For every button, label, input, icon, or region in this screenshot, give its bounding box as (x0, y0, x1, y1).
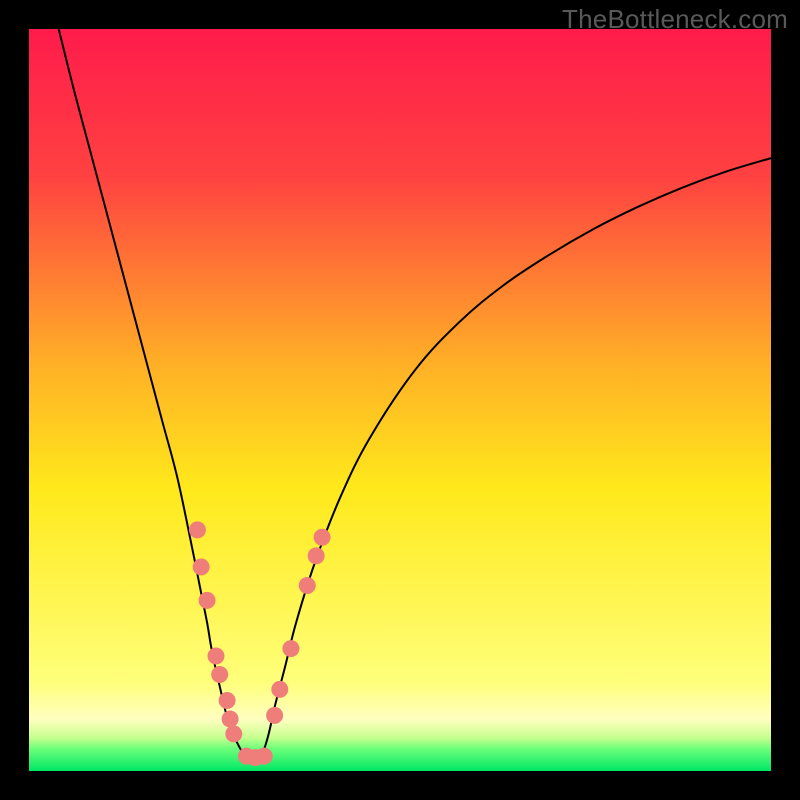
plot-area (29, 29, 771, 771)
marker-dot (225, 725, 242, 742)
curve-left-branch (59, 29, 256, 761)
marker-dot (299, 577, 316, 594)
marker-dot (256, 748, 273, 765)
marker-dot (199, 592, 216, 609)
marker-dot (314, 529, 331, 546)
marker-dot (189, 521, 206, 538)
marker-dot (211, 666, 228, 683)
watermark-text: TheBottleneck.com (562, 4, 788, 35)
marker-dot (222, 711, 239, 728)
marker-dot (308, 547, 325, 564)
marker-dot (271, 681, 288, 698)
marker-dot (282, 640, 299, 657)
marker-dot (266, 707, 283, 724)
curve-layer (29, 29, 771, 771)
marker-dot (193, 558, 210, 575)
marker-dot (207, 647, 224, 664)
marker-dot (219, 692, 236, 709)
chart-frame: TheBottleneck.com (0, 0, 800, 800)
curve-right-branch (255, 158, 771, 761)
